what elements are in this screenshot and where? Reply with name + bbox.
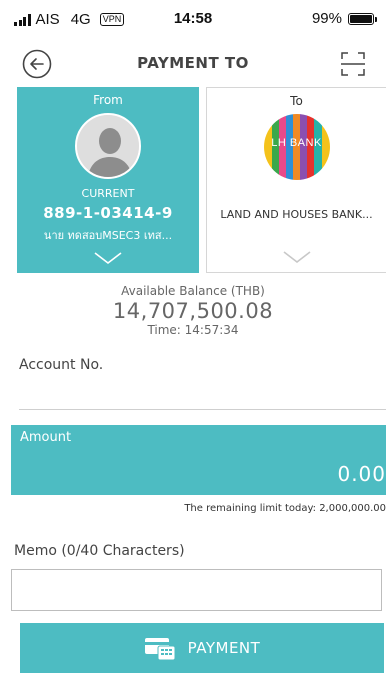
qr-scan-icon[interactable] [340, 51, 366, 77]
chevron-down-icon[interactable] [93, 251, 123, 265]
bank-logo-text: LH BANK [271, 137, 322, 149]
chevron-down-icon[interactable] [282, 250, 312, 264]
from-account-card[interactable]: From CURRENT 889-1-03414-9 นาย ทดสอบMSEC… [17, 87, 199, 273]
payment-card-icon [144, 638, 176, 661]
amount-label: Amount [20, 430, 72, 445]
payment-button[interactable]: PAYMENT [20, 623, 384, 673]
bank-name: LAND AND HOUSES BANK... [220, 208, 373, 221]
balance-amount: 14,707,500.08 [112, 299, 274, 323]
available-balance: Available Balance (THB) 14,707,500.08 Ti… [0, 284, 386, 337]
remaining-limit: The remaining limit today: 2,000,000.00 [184, 503, 386, 514]
to-bank-card[interactable]: To LH BANK LAND AND HOUSES BANK... [206, 87, 386, 273]
account-type: CURRENT [81, 187, 135, 200]
status-right: 99% [311, 10, 377, 27]
payment-button-label: PAYMENT [187, 639, 261, 657]
to-label: To [290, 94, 303, 108]
from-label: From [93, 93, 123, 107]
account-no-label: Account No. [19, 357, 104, 373]
account-no-input[interactable] [19, 380, 386, 410]
status-bar: AIS 4G VPN 14:58 99% [0, 0, 386, 38]
battery-icon [348, 12, 377, 25]
battery-percent: 99% [311, 10, 342, 27]
nav-header: PAYMENT TO [0, 38, 386, 86]
account-number: 889-1-03414-9 [43, 204, 173, 222]
account-name: นาย ทดสอบMSEC3 เทส... [43, 229, 173, 242]
balance-time: Time: 14:57:34 [147, 323, 239, 337]
lh-bank-logo: LH BANK [263, 114, 330, 180]
memo-input[interactable] [11, 569, 382, 611]
page-title: PAYMENT TO [137, 54, 249, 72]
balance-label: Available Balance (THB) [121, 284, 265, 298]
avatar [75, 113, 141, 179]
amount-field[interactable]: Amount 0.00 [11, 425, 386, 495]
amount-value[interactable]: 0.00 [337, 462, 386, 486]
user-silhouette-icon [77, 115, 139, 177]
memo-label: Memo (0/40 Characters) [14, 543, 185, 559]
